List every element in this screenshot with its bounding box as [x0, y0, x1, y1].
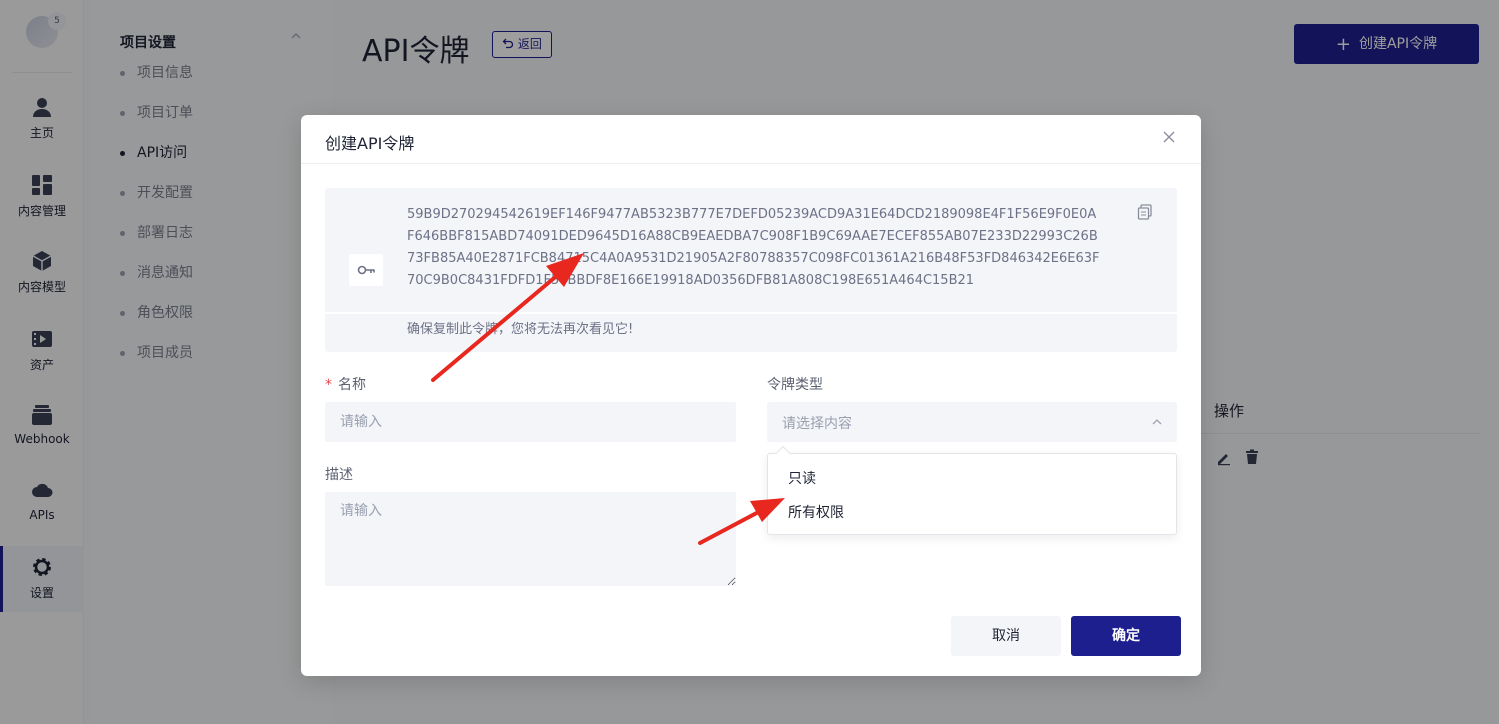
- key-icon: [349, 254, 383, 286]
- chevron-up-icon: [1152, 419, 1162, 425]
- dropdown-pointer: [775, 445, 791, 461]
- option-full-access[interactable]: 所有权限: [788, 502, 844, 522]
- token-type-select[interactable]: 请选择内容: [767, 402, 1177, 442]
- dialog-title: 创建API令牌: [325, 134, 415, 153]
- copy-icon[interactable]: [1137, 204, 1153, 220]
- name-input[interactable]: [325, 402, 736, 442]
- description-input[interactable]: [325, 492, 736, 586]
- cancel-button[interactable]: 取消: [951, 616, 1061, 656]
- token-value[interactable]: 59B9D270294542619EF146F9477AB5323B777E7D…: [407, 204, 1101, 308]
- token-type-placeholder: 请选择内容: [782, 416, 852, 432]
- option-read-only[interactable]: 只读: [788, 468, 816, 488]
- close-icon[interactable]: [1161, 130, 1177, 146]
- create-token-dialog: 创建API令牌 59B9D270294542619EF146F9477AB532…: [301, 115, 1201, 676]
- confirm-button[interactable]: 确定: [1071, 616, 1181, 656]
- token-warning: 确保复制此令牌，您将无法再次看见它!: [407, 322, 634, 337]
- token-divider: [325, 312, 1177, 314]
- token-type-dropdown: 只读 所有权限: [767, 445, 1177, 535]
- description-label: 描述: [325, 467, 353, 483]
- token-type-label: 令牌类型: [767, 377, 823, 393]
- required-mark: *: [325, 377, 332, 393]
- token-display: 59B9D270294542619EF146F9477AB5323B777E7D…: [325, 188, 1177, 352]
- dialog-header: 创建API令牌: [301, 115, 1201, 164]
- name-label: * 名称: [325, 377, 366, 393]
